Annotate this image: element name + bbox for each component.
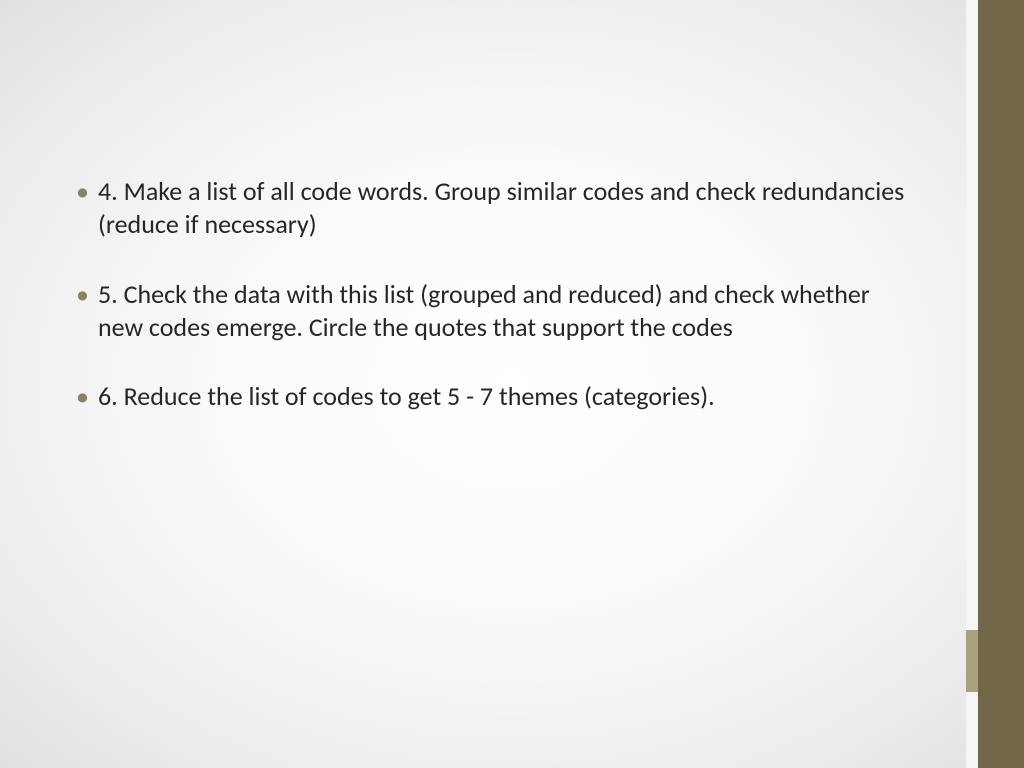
bullet-list: 4. Make a list of all code words. Group … — [70, 175, 914, 413]
bullet-item: 5. Check the data with this list (groupe… — [70, 278, 914, 345]
bullet-text: 5. Check the data with this list (groupe… — [98, 278, 870, 343]
sidebar-outer-band — [978, 0, 1024, 768]
slide-content: 4. Make a list of all code words. Group … — [70, 175, 914, 449]
bullet-item: 4. Make a list of all code words. Group … — [70, 175, 914, 242]
sidebar-accent-block — [966, 630, 978, 692]
presentation-slide: 4. Make a list of all code words. Group … — [0, 0, 1024, 768]
bullet-text: 4. Make a list of all code words. Group … — [98, 175, 904, 240]
bullet-item: 6. Reduce the list of codes to get 5 - 7… — [70, 380, 914, 413]
bullet-text: 6. Reduce the list of codes to get 5 - 7… — [98, 380, 715, 412]
